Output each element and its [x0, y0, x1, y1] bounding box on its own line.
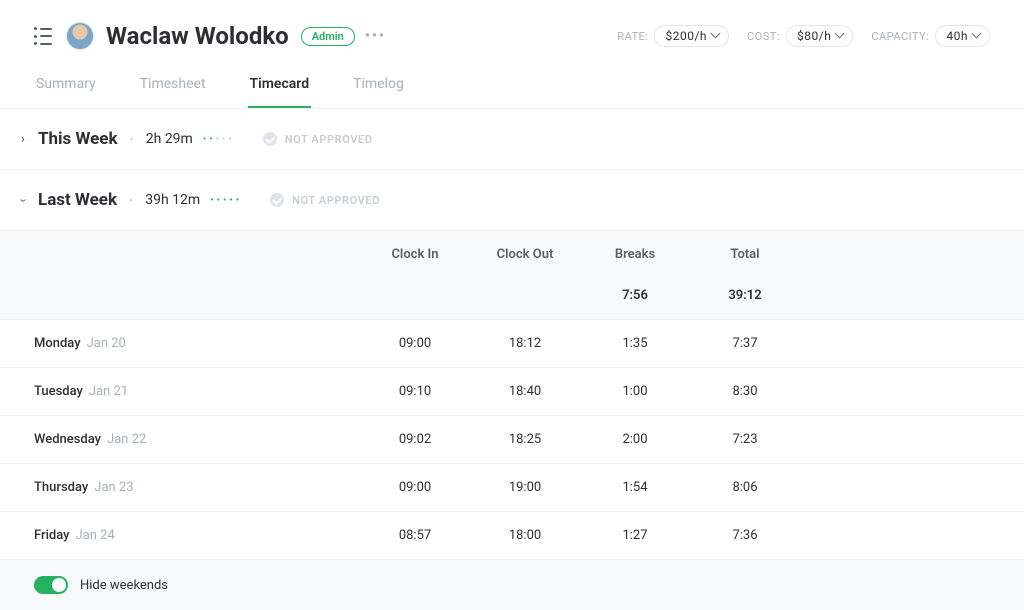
day-date: Jan 21	[89, 384, 128, 399]
clock-in-cell: 09:02	[360, 432, 470, 447]
day-date: Jan 22	[107, 432, 146, 447]
day-of-week: Monday	[34, 336, 81, 351]
table-summary-row: 7:56 39:12	[0, 278, 1024, 320]
period-last-week[interactable]: › Last Week · 39h 12m ••••• NOT APPROVED	[0, 170, 1024, 231]
metric-rate: RATE: $200/h	[617, 25, 729, 47]
total-cell: 7:36	[690, 528, 800, 543]
summary-total: 39:12	[690, 288, 800, 303]
table-row[interactable]: Tuesday Jan 21 09:1018:401:008:30	[0, 368, 1024, 416]
metric-rate-label: RATE:	[617, 30, 648, 43]
approval-badge: NOT APPROVED	[263, 132, 373, 146]
clock-out-cell: 18:40	[470, 384, 580, 399]
col-total: Total	[690, 247, 800, 262]
col-breaks: Breaks	[580, 247, 690, 262]
table-row[interactable]: Wednesday Jan 22 09:0218:252:007:23	[0, 416, 1024, 464]
breaks-cell: 2:00	[580, 432, 690, 447]
chevron-down-icon	[712, 32, 720, 40]
clock-in-cell: 09:00	[360, 480, 470, 495]
clock-in-cell: 09:00	[360, 336, 470, 351]
metric-capacity: CAPACITY: 40h	[871, 25, 990, 47]
activity-dots-icon: •••••	[210, 195, 242, 206]
tab-timelog[interactable]: Timelog	[351, 76, 406, 108]
table-row[interactable]: Thursday Jan 23 09:0019:001:548:06	[0, 464, 1024, 512]
more-icon[interactable]: •••	[365, 28, 386, 44]
tab-timesheet[interactable]: Timesheet	[138, 76, 208, 108]
chevron-down-icon	[836, 32, 844, 40]
period-this-week[interactable]: › This Week · 2h 29m ••••• NOT APPROVED	[0, 109, 1024, 170]
day-of-week: Thursday	[34, 480, 88, 495]
tabs: Summary Timesheet Timecard Timelog	[0, 76, 1024, 109]
activity-dots-icon: •••••	[203, 134, 235, 145]
period-duration: 39h 12m	[145, 192, 200, 208]
clock-out-cell: 19:00	[470, 480, 580, 495]
breaks-cell: 1:00	[580, 384, 690, 399]
summary-breaks: 7:56	[580, 288, 690, 303]
chevron-down-icon	[973, 32, 981, 40]
total-cell: 8:30	[690, 384, 800, 399]
day-cell: Friday Jan 24	[0, 528, 360, 543]
metric-capacity-label: CAPACITY:	[871, 30, 929, 43]
table-row[interactable]: Friday Jan 24 08:5718:001:277:36	[0, 512, 1024, 560]
total-cell: 7:23	[690, 432, 800, 447]
day-date: Jan 23	[94, 480, 133, 495]
day-cell: Wednesday Jan 22	[0, 432, 360, 447]
breaks-cell: 1:54	[580, 480, 690, 495]
capacity-dropdown[interactable]: 40h	[935, 25, 990, 47]
table-row[interactable]: Monday Jan 20 09:0018:121:357:37	[0, 320, 1024, 368]
cost-dropdown[interactable]: $80/h	[786, 25, 853, 47]
tab-summary[interactable]: Summary	[34, 76, 98, 108]
day-cell: Monday Jan 20	[0, 336, 360, 351]
clock-in-cell: 08:57	[360, 528, 470, 543]
period-title: This Week	[38, 129, 118, 149]
role-badge: Admin	[301, 27, 355, 46]
day-date: Jan 20	[87, 336, 126, 351]
table-header: Clock In Clock Out Breaks Total	[0, 231, 1024, 278]
day-date: Jan 24	[76, 528, 115, 543]
separator: ·	[130, 130, 134, 149]
period-title: Last Week	[38, 190, 117, 210]
check-circle-icon	[270, 193, 284, 207]
clock-out-cell: 18:12	[470, 336, 580, 351]
hide-weekends-toggle[interactable]	[34, 576, 68, 594]
breaks-cell: 1:35	[580, 336, 690, 351]
tab-timecard[interactable]: Timecard	[248, 76, 312, 108]
total-cell: 8:06	[690, 480, 800, 495]
total-cell: 7:37	[690, 336, 800, 351]
list-icon[interactable]	[34, 27, 52, 45]
day-of-week: Tuesday	[34, 384, 83, 399]
timecard-table: Clock In Clock Out Breaks Total 7:56 39:…	[0, 231, 1024, 560]
metric-cost-label: COST:	[747, 30, 780, 43]
separator: ·	[129, 191, 133, 210]
avatar[interactable]	[66, 22, 94, 50]
page-header: Waclaw Wolodko Admin ••• RATE: $200/h CO…	[0, 0, 1024, 50]
period-duration: 2h 29m	[146, 131, 193, 147]
day-of-week: Wednesday	[34, 432, 101, 447]
rate-dropdown[interactable]: $200/h	[654, 25, 729, 47]
chevron-down-icon[interactable]: ›	[16, 193, 31, 207]
approval-text: NOT APPROVED	[285, 133, 373, 146]
metric-cost: COST: $80/h	[747, 25, 853, 47]
day-cell: Thursday Jan 23	[0, 480, 360, 495]
user-name: Waclaw Wolodko	[106, 22, 289, 50]
check-circle-icon	[263, 132, 277, 146]
col-clock-out: Clock Out	[470, 247, 580, 262]
col-clock-in: Clock In	[360, 247, 470, 262]
day-cell: Tuesday Jan 21	[0, 384, 360, 399]
clock-out-cell: 18:00	[470, 528, 580, 543]
approval-text: NOT APPROVED	[292, 194, 380, 207]
day-of-week: Friday	[34, 528, 70, 543]
chevron-right-icon[interactable]: ›	[16, 132, 30, 147]
hide-weekends-label: Hide weekends	[80, 578, 168, 593]
clock-out-cell: 18:25	[470, 432, 580, 447]
breaks-cell: 1:27	[580, 528, 690, 543]
clock-in-cell: 09:10	[360, 384, 470, 399]
approval-badge: NOT APPROVED	[270, 193, 380, 207]
